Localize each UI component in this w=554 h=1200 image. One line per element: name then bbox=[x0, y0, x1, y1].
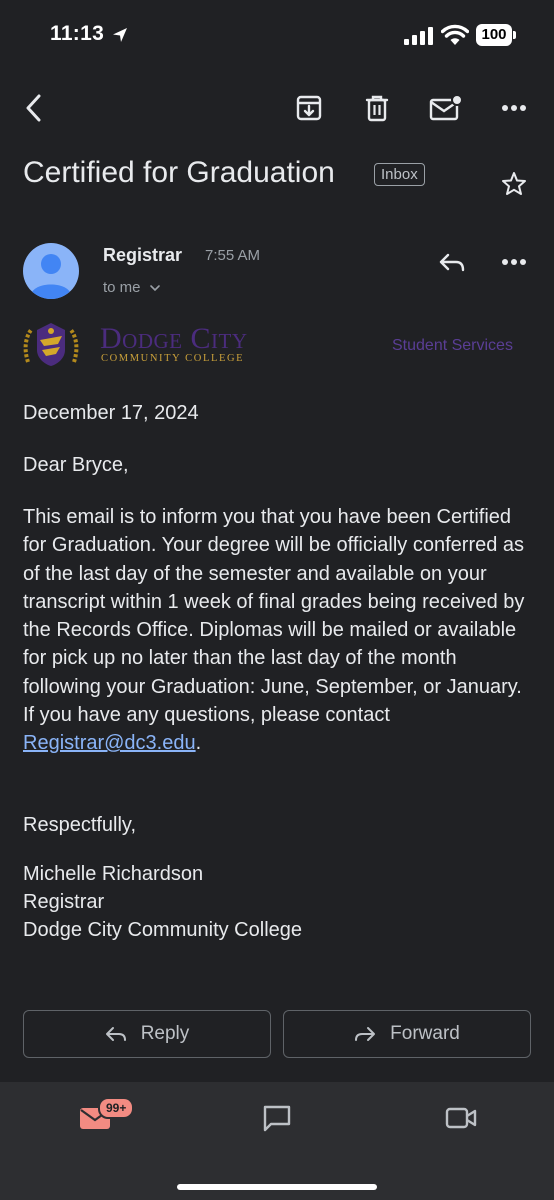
sender-name[interactable]: Registrar bbox=[103, 245, 182, 266]
college-name-logo: Dodge City bbox=[100, 322, 248, 355]
nav-chat[interactable] bbox=[252, 1098, 302, 1138]
email-paragraph: This email is to inform you that you hav… bbox=[23, 503, 535, 758]
status-time: 11:13 bbox=[50, 22, 105, 45]
chevron-down-icon bbox=[149, 285, 160, 292]
email-date: December 17, 2024 bbox=[23, 402, 199, 424]
email-greeting: Dear Bryce, bbox=[23, 454, 129, 476]
email-closing: Respectfully, bbox=[23, 814, 137, 836]
signature-title: Registrar bbox=[23, 891, 105, 913]
home-indicator[interactable] bbox=[177, 1184, 377, 1190]
person-icon bbox=[31, 254, 71, 299]
signature-org: Dodge City Community College bbox=[23, 919, 303, 941]
college-subtitle-logo: COMMUNITY COLLEGE bbox=[101, 353, 245, 364]
reply-icon bbox=[439, 253, 465, 272]
reply-quick-button[interactable] bbox=[432, 244, 472, 280]
mark-unread-icon bbox=[429, 94, 463, 121]
trash-icon bbox=[365, 95, 389, 122]
paragraph-text: This email is to inform you that you hav… bbox=[23, 506, 525, 727]
archive-icon bbox=[296, 95, 322, 121]
battery-tip bbox=[513, 31, 516, 39]
back-button[interactable] bbox=[14, 88, 54, 128]
cellular-signal-icon bbox=[404, 27, 433, 45]
meet-icon bbox=[445, 1107, 477, 1129]
email-subject: Certified for Graduation bbox=[23, 156, 335, 189]
paragraph-end: . bbox=[195, 732, 202, 755]
reply-label: Reply bbox=[140, 1023, 190, 1044]
department-label: Student Services bbox=[392, 337, 513, 354]
delete-button[interactable] bbox=[356, 88, 398, 128]
archive-button[interactable] bbox=[288, 88, 330, 128]
signature-name: Michelle Richardson bbox=[23, 863, 204, 885]
recipient-label: to me bbox=[103, 279, 141, 296]
college-seal-logo bbox=[23, 323, 79, 366]
star-button[interactable] bbox=[496, 166, 532, 202]
label-badge[interactable]: Inbox bbox=[374, 163, 425, 186]
message-more-button[interactable] bbox=[494, 244, 534, 280]
reply-button[interactable]: Reply bbox=[23, 1010, 271, 1058]
nav-meet[interactable] bbox=[436, 1098, 486, 1138]
more-options-button[interactable] bbox=[494, 88, 534, 128]
unread-count-badge: 99+ bbox=[98, 1097, 135, 1119]
back-icon bbox=[26, 94, 41, 122]
reply-icon bbox=[105, 1027, 126, 1041]
registrar-email-link[interactable]: Registrar@dc3.edu bbox=[23, 732, 196, 754]
chat-icon bbox=[263, 1105, 291, 1132]
star-icon bbox=[502, 172, 526, 195]
forward-icon bbox=[355, 1027, 376, 1041]
sender-avatar[interactable] bbox=[23, 243, 79, 299]
battery-indicator: 100 bbox=[476, 24, 512, 46]
email-time: 7:55 AM bbox=[205, 247, 261, 264]
mark-unread-button[interactable] bbox=[424, 88, 468, 128]
recipient-details[interactable]: to me bbox=[103, 279, 161, 296]
forward-label: Forward bbox=[390, 1023, 460, 1044]
more-icon bbox=[502, 105, 526, 111]
location-arrow-icon bbox=[113, 28, 127, 42]
more-icon bbox=[502, 259, 526, 265]
forward-button[interactable]: Forward bbox=[283, 1010, 531, 1058]
wifi-icon bbox=[441, 24, 469, 45]
